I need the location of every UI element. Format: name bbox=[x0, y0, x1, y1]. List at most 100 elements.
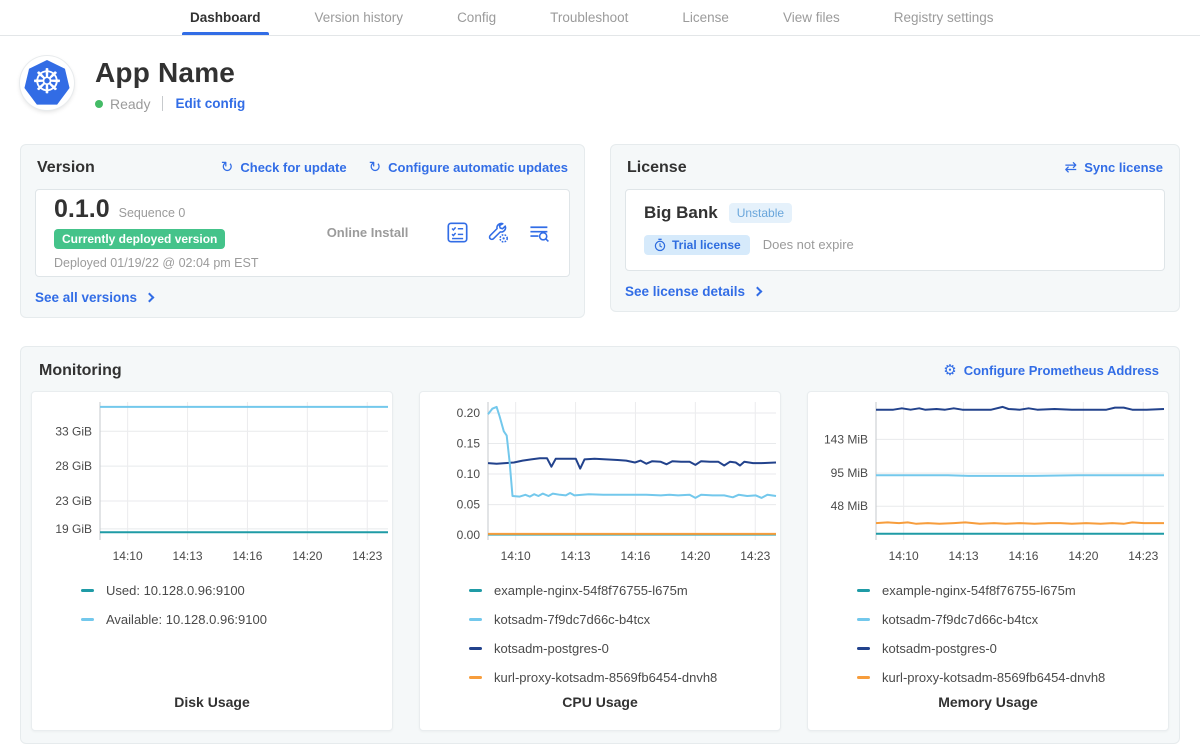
sync-license-link[interactable]: ⇄ Sync license bbox=[1065, 160, 1163, 175]
disk-usage-plot: 33 GiB28 GiB23 GiB19 GiB14:1014:1314:161… bbox=[32, 392, 393, 568]
svg-text:0.00: 0.00 bbox=[457, 528, 481, 542]
chevron-right-icon bbox=[145, 292, 155, 302]
see-all-versions-label: See all versions bbox=[35, 290, 137, 305]
configure-automatic-updates-link[interactable]: ↻ Configure automatic updates bbox=[369, 160, 568, 175]
see-license-details-label: See license details bbox=[625, 284, 745, 299]
dashboard-page: ☸ App Name Ready Edit config Version ↻ C… bbox=[0, 36, 1200, 744]
nav-tabs: Dashboard Version history Config Troublesho… bbox=[163, 0, 1200, 35]
see-license-details-link[interactable]: See license details bbox=[625, 284, 761, 299]
edit-config-values-icon[interactable] bbox=[486, 221, 510, 244]
svg-text:14:10: 14:10 bbox=[889, 549, 919, 563]
legend-dash-icon bbox=[469, 647, 482, 650]
divider bbox=[162, 96, 163, 111]
monitoring-title: Monitoring bbox=[39, 362, 122, 380]
legend-label: example-nginx-54f8f76755-l675m bbox=[882, 583, 1076, 598]
legend-item: kotsadm-postgres-0 bbox=[469, 634, 780, 663]
memory-usage-legend: example-nginx-54f8f76755-l675m kotsadm-7f… bbox=[857, 576, 1168, 692]
svg-text:28 GiB: 28 GiB bbox=[55, 459, 92, 473]
tab-dashboard[interactable]: Dashboard bbox=[182, 0, 269, 35]
legend-item: example-nginx-54f8f76755-l675m bbox=[857, 576, 1168, 605]
svg-text:0.10: 0.10 bbox=[457, 467, 481, 481]
customer-name: Big Bank bbox=[644, 203, 718, 223]
svg-text:14:23: 14:23 bbox=[740, 549, 770, 563]
chevron-right-icon bbox=[753, 286, 763, 296]
tab-troubleshoot[interactable]: Troubleshoot bbox=[542, 0, 636, 35]
svg-text:0.15: 0.15 bbox=[457, 436, 481, 450]
kubernetes-heptagon: ☸ bbox=[24, 60, 70, 106]
svg-text:23 GiB: 23 GiB bbox=[55, 494, 92, 508]
legend-item: example-nginx-54f8f76755-l675m bbox=[469, 576, 780, 605]
status-dot-icon bbox=[95, 100, 103, 108]
svg-text:0.05: 0.05 bbox=[457, 497, 481, 511]
legend-dash-icon bbox=[857, 589, 870, 592]
svg-text:14:20: 14:20 bbox=[292, 549, 322, 563]
svg-text:14:20: 14:20 bbox=[680, 549, 710, 563]
legend-item: Available: 10.128.0.96:9100 bbox=[81, 605, 392, 634]
sync-arrows-icon: ⇄ bbox=[1065, 160, 1078, 175]
deployed-status-badge: Currently deployed version bbox=[54, 229, 225, 249]
page-title: App Name bbox=[95, 58, 245, 89]
legend-label: kotsadm-postgres-0 bbox=[494, 641, 609, 656]
install-type-label: Online Install bbox=[289, 225, 446, 240]
tab-registry-settings[interactable]: Registry settings bbox=[886, 0, 1002, 35]
tab-view-files[interactable]: View files bbox=[775, 0, 848, 35]
license-summary-row: Big Bank Unstable Trial license Does not… bbox=[625, 189, 1165, 271]
tab-license[interactable]: License bbox=[674, 0, 737, 35]
gear-icon: ⚙ bbox=[943, 363, 956, 378]
cpu-usage-chart-card: 0.20 0.15 0.10 0.05 0.00 14:10 14:13 14:16 14:20… bbox=[419, 391, 781, 731]
svg-text:14:10: 14:10 bbox=[113, 549, 143, 563]
top-nav: Dashboard Version history Config Troublesho… bbox=[0, 0, 1200, 36]
legend-item: kotsadm-7f9dc7d66c-b4tcx bbox=[469, 605, 780, 634]
disk-usage-chart-card: 33 GiB28 GiB23 GiB19 GiB14:1014:1314:161… bbox=[31, 391, 393, 731]
legend-label: Available: 10.128.0.96:9100 bbox=[106, 612, 267, 627]
license-card-title: License bbox=[627, 159, 687, 177]
legend-dash-icon bbox=[81, 589, 94, 592]
channel-badge: Unstable bbox=[729, 203, 792, 223]
preflight-checks-icon[interactable] bbox=[446, 221, 469, 244]
svg-text:14:16: 14:16 bbox=[620, 549, 650, 563]
cpu-usage-plot: 0.20 0.15 0.10 0.05 0.00 14:10 14:13 14:16 14:20… bbox=[420, 392, 781, 568]
configure-prometheus-link[interactable]: ⚙ Configure Prometheus Address bbox=[943, 363, 1159, 378]
version-card: Version ↻ Check for update ↻ Configure a… bbox=[20, 144, 585, 318]
legend-item: kotsadm-postgres-0 bbox=[857, 634, 1168, 663]
svg-text:33 GiB: 33 GiB bbox=[55, 424, 92, 438]
legend-dash-icon bbox=[857, 618, 870, 621]
edit-config-link[interactable]: Edit config bbox=[175, 96, 245, 111]
tab-config[interactable]: Config bbox=[449, 0, 504, 35]
svg-text:14:23: 14:23 bbox=[352, 549, 382, 563]
see-all-versions-link[interactable]: See all versions bbox=[35, 290, 153, 305]
version-number: 0.1.0 bbox=[54, 195, 110, 224]
legend-dash-icon bbox=[81, 618, 94, 621]
svg-text:14:16: 14:16 bbox=[1008, 549, 1038, 563]
legend-item: kotsadm-7f9dc7d66c-b4tcx bbox=[857, 605, 1168, 634]
legend-label: kotsadm-7f9dc7d66c-b4tcx bbox=[882, 612, 1038, 627]
legend-dash-icon bbox=[857, 647, 870, 650]
current-version-row: 0.1.0 Sequence 0 Currently deployed vers… bbox=[35, 189, 570, 277]
legend-dash-icon bbox=[469, 618, 482, 621]
version-card-title: Version bbox=[37, 159, 95, 177]
svg-text:14:10: 14:10 bbox=[501, 549, 531, 563]
legend-label: Used: 10.128.0.96:9100 bbox=[106, 583, 245, 598]
stopwatch-icon bbox=[653, 238, 667, 252]
svg-text:14:13: 14:13 bbox=[173, 549, 203, 563]
cpu-usage-legend: example-nginx-54f8f76755-l675mkotsadm-7f… bbox=[469, 576, 780, 692]
svg-text:19 GiB: 19 GiB bbox=[55, 522, 92, 536]
license-expiry: Does not expire bbox=[763, 237, 854, 252]
chart-title: CPU Usage bbox=[420, 694, 780, 730]
tab-version-history[interactable]: Version history bbox=[307, 0, 412, 35]
app-header: ☸ App Name Ready Edit config bbox=[20, 56, 1180, 112]
check-for-update-link[interactable]: ↻ Check for update bbox=[221, 160, 347, 175]
svg-text:14:13: 14:13 bbox=[561, 549, 591, 563]
svg-text:95 MiB: 95 MiB bbox=[831, 466, 868, 480]
svg-text:0.20: 0.20 bbox=[457, 406, 481, 420]
refresh-icon: ↻ bbox=[221, 160, 234, 175]
memory-usage-plot: 143 MiB95 MiB48 MiB14:1014:1314:1614:201… bbox=[808, 392, 1169, 568]
configure-prometheus-label: Configure Prometheus Address bbox=[964, 363, 1159, 378]
deployed-timestamp: Deployed 01/19/22 @ 02:04 pm EST bbox=[54, 256, 289, 270]
app-icon: ☸ bbox=[20, 56, 74, 110]
app-status: Ready bbox=[110, 96, 150, 112]
svg-text:14:20: 14:20 bbox=[1068, 549, 1098, 563]
svg-text:48 MiB: 48 MiB bbox=[831, 499, 868, 513]
legend-item: Used: 10.128.0.96:9100 bbox=[81, 576, 392, 605]
deploy-logs-icon[interactable] bbox=[527, 221, 551, 244]
